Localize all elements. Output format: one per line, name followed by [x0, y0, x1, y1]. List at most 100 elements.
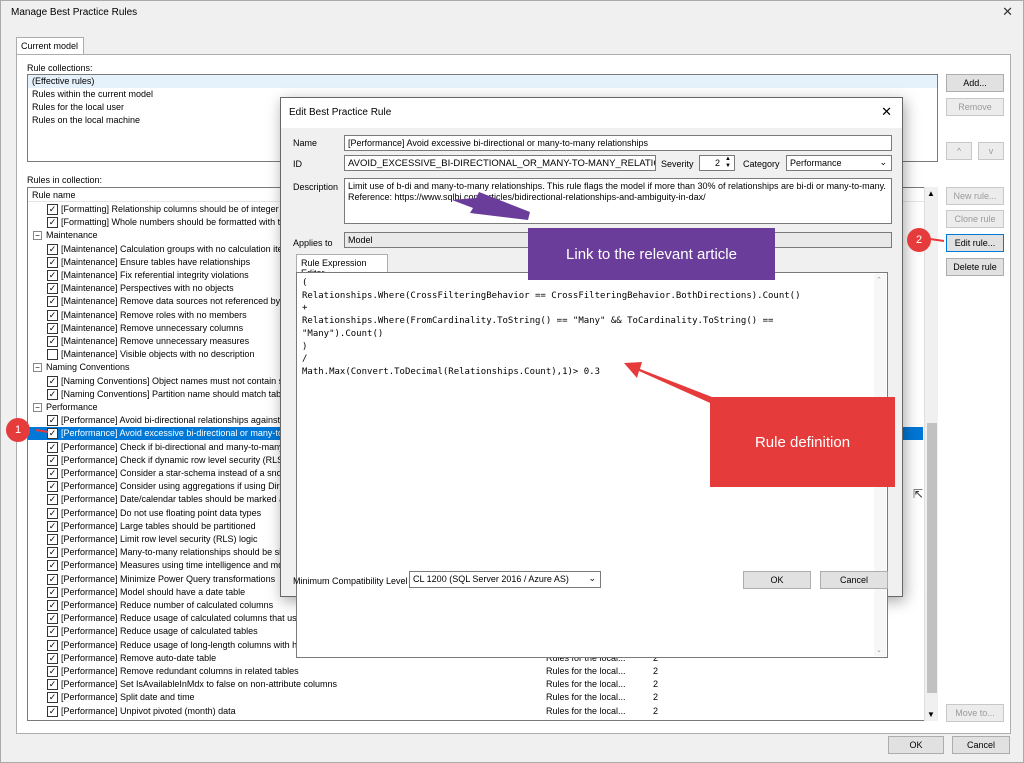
- name-field[interactable]: [Performance] Avoid excessive bi-directi…: [344, 135, 892, 151]
- rule-checkbox[interactable]: ✓: [47, 296, 58, 308]
- rule-checkbox[interactable]: ✓: [47, 705, 58, 717]
- rule-checkbox[interactable]: ✓: [47, 652, 58, 664]
- collapse-icon[interactable]: −: [33, 403, 42, 412]
- rule-row[interactable]: ✓ [Performance] Unpivot pivoted (month) d…: [28, 705, 923, 718]
- rule-checkbox[interactable]: ✓: [47, 613, 58, 625]
- rule-checkbox[interactable]: ✓: [47, 428, 58, 440]
- rule-group-label: Performance: [46, 402, 98, 412]
- rule-checkbox[interactable]: ✓: [47, 270, 58, 281]
- rule-checkbox[interactable]: ✓: [47, 679, 58, 691]
- rule-checkbox[interactable]: ✓: [47, 204, 58, 215]
- rule-severity: 2: [653, 679, 659, 690]
- rule-checkbox[interactable]: ✓: [47, 415, 58, 427]
- rule-checkbox[interactable]: ✓: [47, 243, 58, 255]
- rule-checkbox[interactable]: ✓: [47, 481, 58, 493]
- cancel-button[interactable]: Cancel: [952, 736, 1010, 754]
- rule-checkbox[interactable]: ✓: [47, 309, 58, 321]
- rule-group-label: Naming Conventions: [46, 362, 130, 373]
- remove-collection-button[interactable]: Remove: [946, 98, 1004, 116]
- rule-checkbox[interactable]: ✓: [47, 560, 58, 572]
- scroll-down-icon[interactable]: ▼: [927, 710, 935, 719]
- link-callout: Link to the relevant article: [528, 228, 775, 280]
- dialog-ok-button[interactable]: OK: [743, 571, 811, 589]
- rule-checkbox[interactable]: ✓: [47, 322, 58, 334]
- mouse-cursor-icon: ⇱: [913, 487, 924, 501]
- step-badge-1: 1: [6, 418, 30, 442]
- collapse-icon[interactable]: −: [33, 231, 42, 241]
- severity-label: Severity: [661, 159, 694, 169]
- rule-checkbox[interactable]: ✓: [47, 534, 58, 545]
- rule-checkbox[interactable]: ✓: [47, 375, 58, 387]
- rule-checkbox[interactable]: ✓: [47, 468, 58, 479]
- collection-item[interactable]: (Effective rules): [28, 75, 937, 88]
- rule-checkbox[interactable]: ✓: [47, 626, 58, 638]
- rule-name: [Maintenance] Calculation groups with no…: [61, 243, 295, 254]
- move-to-button[interactable]: Move to...: [946, 704, 1004, 722]
- rule-name: [Performance] Minimize Power Query trans…: [61, 573, 276, 584]
- rule-name: [Performance] Reduce number of calculate…: [61, 600, 274, 610]
- rule-name: [Performance] Set IsAvailableInMdx to fa…: [61, 679, 337, 690]
- rule-checkbox[interactable]: ✓: [47, 547, 58, 559]
- rule-checkbox[interactable]: ✓: [47, 692, 58, 704]
- rule-checkbox[interactable]: ✓: [47, 283, 58, 295]
- rule-name: [Performance] Consider using aggregation…: [61, 481, 317, 492]
- tab-rule-expression-editor[interactable]: Rule Expression Editor: [296, 254, 388, 278]
- move-up-button[interactable]: ^: [946, 142, 972, 160]
- rule-checkbox[interactable]: ✓: [47, 586, 58, 598]
- rule-name: [Maintenance] Ensure tables have relatio…: [61, 256, 251, 267]
- rule-checkbox[interactable]: ✓: [47, 454, 58, 466]
- rule-checkbox[interactable]: ✓: [47, 639, 58, 651]
- applies-to-label: Applies to: [293, 238, 333, 248]
- description-label: Description: [293, 182, 339, 192]
- category-select[interactable]: Performance ⌄: [786, 155, 892, 171]
- edit-rule-button[interactable]: Edit rule...: [946, 234, 1004, 252]
- move-down-button[interactable]: v: [978, 142, 1004, 160]
- rule-checkbox[interactable]: ✓: [47, 441, 58, 453]
- compat-level-label: Minimum Compatibility Level: [293, 576, 408, 586]
- rule-checkbox[interactable]: ✓: [47, 494, 58, 506]
- window-close-icon[interactable]: ✕: [1002, 4, 1013, 20]
- rule-checkbox[interactable]: ✓: [47, 507, 58, 519]
- description-field[interactable]: Limit use of b-di and many-to-many relat…: [344, 178, 892, 224]
- rule-expression-code[interactable]: ( Relationships.Where(CrossFilteringBeha…: [302, 277, 801, 379]
- id-field[interactable]: AVOID_EXCESSIVE_BI-DIRECTIONAL_OR_MANY-T…: [344, 155, 656, 171]
- rule-checkbox[interactable]: ✓: [47, 336, 58, 347]
- scroll-up-icon[interactable]: ⌃: [876, 276, 882, 284]
- rule-checkbox[interactable]: ✓: [47, 217, 58, 229]
- delete-rule-button[interactable]: Delete rule: [946, 258, 1004, 276]
- rule-checkbox[interactable]: ✓: [47, 600, 58, 611]
- rules-scrollbar[interactable]: ▲ ▼: [924, 187, 938, 721]
- compat-level-select[interactable]: CL 1200 (SQL Server 2016 / Azure AS) ⌄: [409, 571, 601, 588]
- rule-collection: Rules for the local...: [546, 679, 626, 690]
- rule-row[interactable]: ✓ [Performance] Split date and time Rules …: [28, 691, 923, 704]
- applies-to-value: Model: [348, 235, 373, 245]
- add-collection-button[interactable]: Add...: [946, 74, 1004, 92]
- rule-checkbox[interactable]: ✓: [47, 573, 58, 585]
- rules-in-collection-label: Rules in collection:: [27, 175, 103, 185]
- rule-row[interactable]: ✓ [Performance] Remove redundant columns …: [28, 665, 923, 678]
- name-label: Name: [293, 138, 318, 148]
- spinner-arrows-icon[interactable]: ▲ ▼: [725, 156, 731, 170]
- dialog-cancel-button[interactable]: Cancel: [820, 571, 888, 589]
- scroll-thumb[interactable]: [927, 423, 937, 693]
- tab-current-model[interactable]: Current model: [16, 37, 84, 55]
- rule-name: [Performance] Do not use floating point …: [61, 507, 262, 518]
- clone-rule-button[interactable]: Clone rule: [946, 210, 1004, 228]
- rule-name: [Performance] Reduce usage of calculated…: [61, 626, 258, 637]
- rule-severity: 2: [653, 692, 659, 703]
- rule-checkbox[interactable]: ✓: [47, 520, 58, 532]
- rule-checkbox[interactable]: ✓: [47, 666, 58, 677]
- rule-name: [Performance] Unpivot pivoted (month) da…: [61, 705, 236, 716]
- scroll-down-icon[interactable]: ⌄: [876, 646, 882, 654]
- collapse-icon[interactable]: −: [33, 363, 42, 373]
- rule-checkbox[interactable]: [47, 349, 58, 361]
- rule-row[interactable]: ✓ [Performance] Set IsAvailableInMdx to f…: [28, 678, 923, 691]
- rule-collection: Rules for the local...: [546, 705, 626, 716]
- ok-button[interactable]: OK: [888, 736, 944, 754]
- rule-checkbox[interactable]: ✓: [47, 256, 58, 268]
- scroll-up-icon[interactable]: ▲: [927, 189, 935, 198]
- dialog-close-icon[interactable]: ✕: [881, 104, 892, 120]
- rule-severity: 2: [653, 666, 659, 676]
- new-rule-button[interactable]: New rule...: [946, 187, 1004, 205]
- rule-checkbox[interactable]: ✓: [47, 388, 58, 400]
